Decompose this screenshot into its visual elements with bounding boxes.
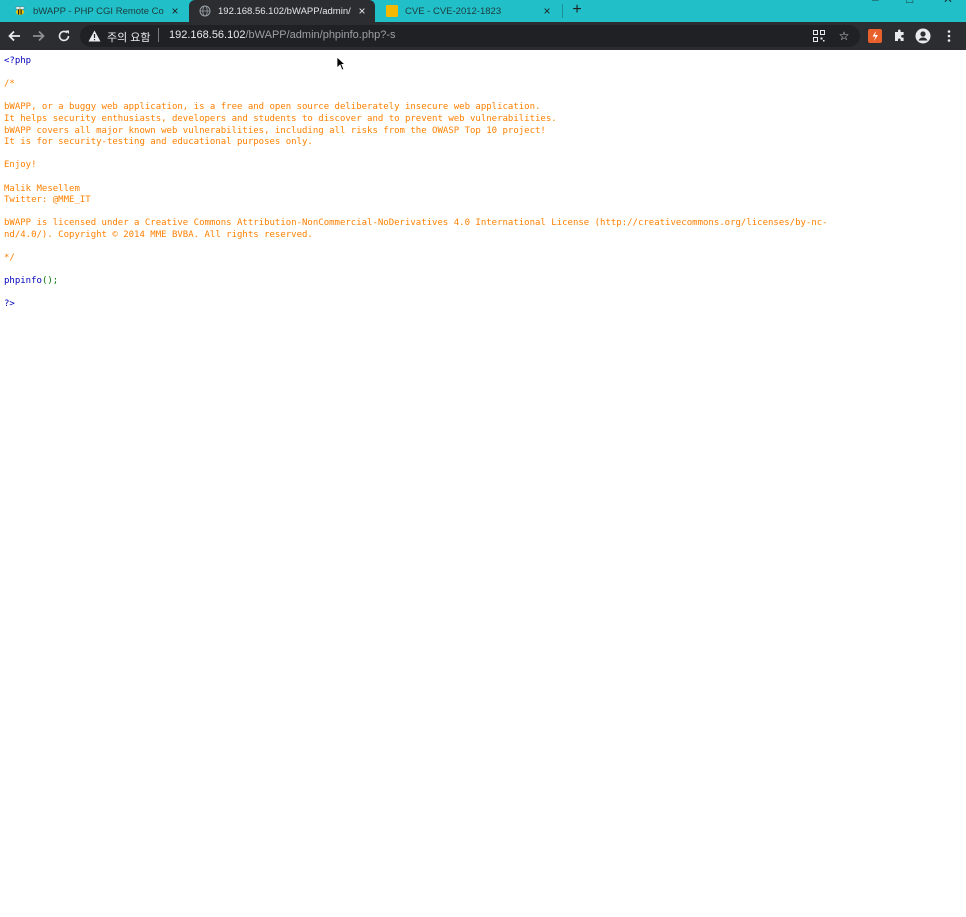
- address-bar[interactable]: 주의 요함 192.168.56.102/bWAPP/admin/phpinfo…: [80, 25, 860, 47]
- qr-code-icon[interactable]: [811, 28, 827, 44]
- comment-close: */: [4, 253, 15, 264]
- close-tab-icon[interactable]: ×: [168, 4, 182, 18]
- tab-phpinfo[interactable]: 192.168.56.102/bWAPP/admin/p ×: [189, 0, 375, 22]
- about-line: It helps security enthusiasts, developer…: [4, 113, 557, 124]
- php-open-tag: <?php: [4, 56, 32, 66]
- profile-icon[interactable]: [914, 27, 932, 45]
- puzzle-icon[interactable]: [890, 27, 908, 45]
- tab-title: bWAPP - PHP CGI Remote Cod: [33, 5, 164, 17]
- about-line: bWAPP covers all major known web vulnera…: [4, 125, 546, 136]
- forward-icon[interactable]: [29, 26, 49, 46]
- tab-title: 192.168.56.102/bWAPP/admin/p: [218, 5, 351, 17]
- reload-icon[interactable]: [54, 26, 74, 46]
- omnibox-divider: [158, 28, 159, 42]
- license-line: bWAPP is licensed under a Creative Commo…: [4, 218, 828, 229]
- bee-icon: [14, 5, 26, 17]
- maximize-icon[interactable]: □: [906, 0, 913, 6]
- tab-bwapp[interactable]: bWAPP - PHP CGI Remote Cod ×: [4, 0, 188, 22]
- author-line: Malik Mesellem: [4, 183, 80, 194]
- url-path: /bWAPP/admin/phpinfo.php?-s: [245, 29, 396, 41]
- about-line: It is for security-testing and education…: [4, 137, 313, 148]
- browser-toolbar: 주의 요함 192.168.56.102/bWAPP/admin/phpinfo…: [0, 22, 966, 50]
- url-text[interactable]: 192.168.56.102/bWAPP/admin/phpinfo.php?-…: [169, 29, 395, 41]
- function-name: phpinfo: [4, 276, 42, 287]
- php-source: <?php /* bWAPP, or a buggy web applicati…: [4, 56, 944, 311]
- close-tab-icon[interactable]: ×: [355, 4, 369, 18]
- security-status[interactable]: 주의 요함: [107, 29, 151, 45]
- cve-favicon: [386, 5, 398, 17]
- warning-icon[interactable]: [88, 29, 101, 47]
- close-tab-icon[interactable]: ×: [540, 4, 554, 18]
- tab-strip: bWAPP - PHP CGI Remote Cod × 192.168.56.…: [0, 0, 966, 22]
- tab-cve[interactable]: CVE - CVE-2012-1823 ×: [376, 0, 560, 22]
- phpinfo-call: phpinfo();: [4, 276, 944, 288]
- about-line: bWAPP, or a buggy web application, is a …: [4, 102, 541, 113]
- tab-divider: [562, 4, 563, 18]
- comment-open: /*: [4, 79, 15, 90]
- twitter-line: Twitter: @MME_IT: [4, 195, 91, 206]
- call-punctuation: ();: [41, 276, 59, 287]
- close-window-icon[interactable]: ✕: [943, 0, 953, 6]
- tab-title: CVE - CVE-2012-1823: [405, 5, 502, 17]
- globe-icon: [199, 5, 211, 17]
- license-line: nd/4.0/). Copyright © 2014 MME BVBA. All…: [4, 229, 313, 240]
- enjoy-line: Enjoy!: [4, 160, 37, 171]
- new-tab-button[interactable]: +: [568, 0, 586, 22]
- php-close-tag: ?>: [4, 299, 15, 310]
- url-host: 192.168.56.102: [169, 29, 246, 41]
- star-icon[interactable]: ☆: [836, 28, 852, 44]
- extension-icon[interactable]: [866, 27, 884, 45]
- back-icon[interactable]: [4, 26, 24, 46]
- minimize-icon[interactable]: ‒: [872, 0, 879, 6]
- menu-icon[interactable]: [940, 27, 958, 45]
- mouse-pointer-icon: [336, 56, 347, 76]
